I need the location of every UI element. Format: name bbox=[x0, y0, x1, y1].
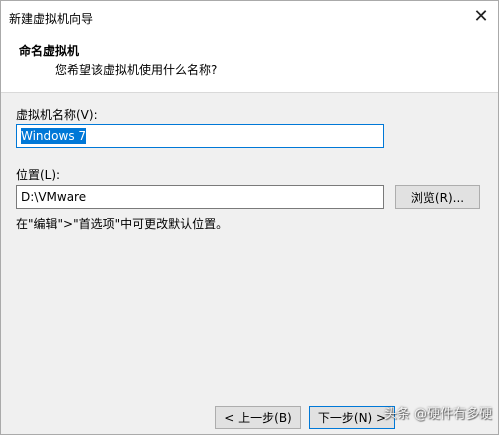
wizard-header: 命名虚拟机 您希望该虚拟机使用什么名称? bbox=[1, 32, 498, 93]
location-value: D:\VMware bbox=[21, 190, 87, 204]
new-vm-wizard-dialog: 新建虚拟机向导 ✕ 命名虚拟机 您希望该虚拟机使用什么名称? 虚拟机名称(V):… bbox=[0, 0, 499, 435]
next-button[interactable]: 下一步(N) > bbox=[309, 406, 395, 429]
page-subtitle: 您希望该虚拟机使用什么名称? bbox=[55, 63, 218, 77]
location-label: 位置(L): bbox=[16, 168, 61, 182]
vm-name-value: Windows 7 bbox=[21, 128, 87, 144]
browse-button[interactable]: 浏览(R)... bbox=[395, 185, 480, 209]
vm-name-input[interactable]: Windows 7 bbox=[16, 124, 384, 148]
close-icon[interactable]: ✕ bbox=[464, 1, 498, 32]
location-input[interactable]: D:\VMware bbox=[16, 185, 384, 209]
default-location-hint: 在"编辑">"首选项"中可更改默认位置。 bbox=[16, 217, 229, 231]
page-title: 命名虚拟机 bbox=[19, 44, 80, 58]
back-button[interactable]: < 上一步(B) bbox=[215, 406, 301, 429]
window-title: 新建虚拟机向导 bbox=[9, 12, 94, 26]
watermark: 头条 @硬件有多硬 bbox=[383, 407, 492, 422]
vm-name-label: 虚拟机名称(V): bbox=[16, 108, 98, 122]
title-bar: 新建虚拟机向导 ✕ bbox=[1, 1, 498, 32]
